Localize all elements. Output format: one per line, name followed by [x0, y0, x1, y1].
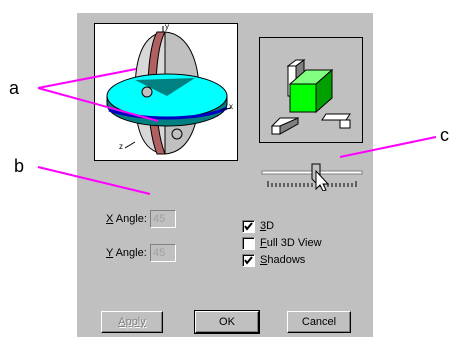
callout-label-b: b — [14, 156, 25, 176]
checkbox-full-3d-view-box[interactable] — [242, 237, 255, 250]
x-angle-label: X Angle: — [106, 213, 147, 225]
apply-button[interactable]: Apply — [101, 311, 163, 333]
rotation-sphere-graphic — [106, 26, 232, 155]
ok-button[interactable]: OK — [194, 310, 260, 334]
rotation-handle-bottom — [171, 128, 183, 140]
y-angle-input[interactable] — [150, 244, 176, 262]
y-angle-label: Y Angle: — [106, 247, 147, 259]
cancel-button[interactable]: Cancel — [287, 311, 351, 333]
x-angle-input[interactable] — [150, 210, 176, 228]
rotation-handle-top — [141, 86, 153, 98]
x-axis-label: x — [229, 102, 233, 111]
y-axis-label: y — [165, 22, 169, 31]
z-axis-label: z — [119, 142, 123, 151]
checkbox-3d-label: 3D — [260, 220, 275, 232]
perspective-slider[interactable] — [260, 163, 364, 192]
shadow-preview — [259, 37, 363, 143]
checkbox-shadows-box[interactable] — [242, 254, 255, 267]
check-mark-icon — [244, 256, 253, 265]
green-cube-graphic — [270, 59, 351, 135]
callout-label-c: c — [440, 125, 449, 145]
checkbox-shadows-label: Shadows — [260, 254, 306, 266]
slider-graphic — [261, 163, 363, 192]
check-mark-icon — [244, 222, 253, 231]
checkbox-full-3d-view-label: Full 3D View — [260, 237, 322, 249]
callout-label-a: a — [9, 78, 20, 98]
checkbox-3d-box[interactable] — [242, 220, 255, 233]
rotation-widget[interactable]: x y z — [94, 22, 238, 161]
3d-settings-dialog: x y z X Angle: 45 Y Angle: 45 3D Full 3D… — [77, 13, 373, 337]
